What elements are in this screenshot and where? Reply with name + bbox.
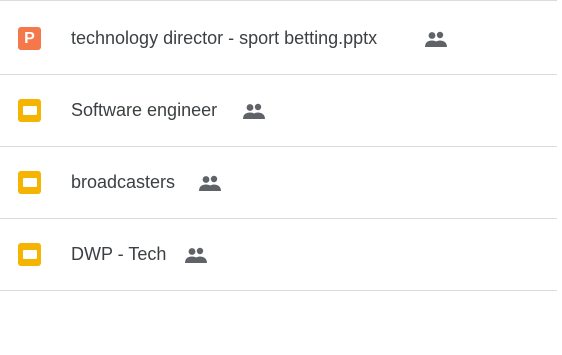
- file-row-software-engineer[interactable]: Software engineer: [0, 75, 557, 147]
- people-icon: [425, 31, 447, 47]
- file-name: DWP - Tech: [71, 244, 167, 264]
- divider: [0, 0, 557, 1]
- file-row-broadcasters[interactable]: broadcasters: [0, 147, 557, 219]
- people-icon: [243, 103, 265, 119]
- slides-file-icon: [18, 171, 41, 194]
- file-row-dwp-tech[interactable]: DWP - Tech: [0, 219, 557, 291]
- pptx-file-icon: P: [18, 27, 41, 50]
- file-name: technology director - sport betting.pptx: [71, 28, 378, 48]
- file-name: Software engineer: [71, 100, 218, 120]
- people-icon: [199, 175, 221, 191]
- people-icon: [185, 247, 207, 263]
- file-name: broadcasters: [71, 172, 176, 192]
- slides-file-icon: [18, 99, 41, 122]
- slides-file-icon: [18, 243, 41, 266]
- file-row-technology-director[interactable]: P technology director - sport betting.pp…: [0, 3, 557, 75]
